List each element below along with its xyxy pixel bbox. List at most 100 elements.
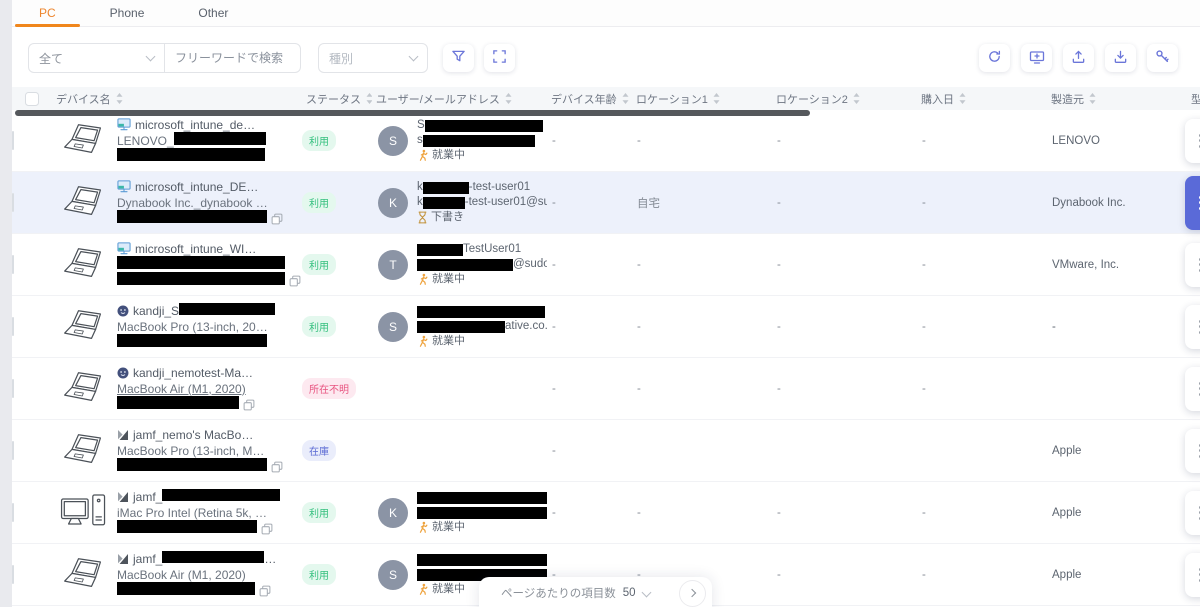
sort-icon [116, 93, 123, 104]
row-select-cell [12, 316, 52, 336]
header-model[interactable]: 型番 [1187, 91, 1200, 107]
select-columns-button[interactable] [484, 44, 515, 72]
location2-cell: - [777, 320, 781, 333]
device-age-cell: - [552, 320, 556, 333]
download-button[interactable] [1105, 44, 1136, 72]
row-checkbox[interactable] [12, 316, 14, 336]
user-text-line: ative.co.jp [417, 319, 547, 334]
scope-select-value: 全て [39, 51, 64, 66]
table-row[interactable]: jamf_ iMac Pro Intel (Retina 5k, … 利用 K 就業中 -… [12, 482, 1200, 544]
sort-icon [959, 93, 966, 104]
table-row[interactable]: kandji_S MacBook Pro (13-inch, 20… 利用 Sativ… [12, 296, 1200, 358]
row-menu-button[interactable] [1185, 428, 1200, 473]
copy-icon[interactable] [271, 213, 283, 225]
copy-icon[interactable] [243, 399, 255, 411]
row-checkbox[interactable] [12, 440, 14, 460]
text-fragment: LENOVO_ [117, 134, 174, 148]
filter-button[interactable] [443, 44, 474, 72]
device-name-text: kandji_S [133, 302, 276, 320]
device-model-text: MacBook Pro (13-inch, M… [117, 443, 264, 459]
search-input[interactable] [165, 43, 301, 73]
status-badge: 所在不明 [302, 378, 356, 399]
redacted-text [179, 302, 276, 315]
copy-icon[interactable] [289, 275, 301, 287]
row-menu-button[interactable] [1185, 490, 1200, 535]
device-name-line: jamf_nemo's MacBo… [117, 427, 302, 443]
purchase-date-cell: - [922, 382, 926, 395]
device-name-cell: microsoft_intune_DE… Dynabook Inc._dynabo… [117, 179, 302, 227]
device-name-line [117, 210, 302, 227]
device-name-text: jamf_… [133, 550, 276, 568]
header-device-age[interactable]: デバイス年齢 [547, 91, 632, 107]
row-select-cell [12, 440, 52, 460]
select-all-checkbox[interactable] [25, 91, 39, 106]
text-fragment: MacBook Pro (13-inch, M… [117, 443, 265, 458]
header-user-email[interactable]: ユーザー/メールアドレス [372, 91, 547, 107]
device-name-line: MacBook Air (M1, 2020) [117, 381, 302, 397]
row-menu-button[interactable] [1185, 118, 1200, 163]
device-list-page: PC Phone Other 全て 種別 [12, 0, 1200, 606]
header-purchase-date[interactable]: 購入日 [917, 91, 1047, 107]
horizontal-scrollbar[interactable] [15, 110, 810, 116]
tab-pc[interactable]: PC [12, 0, 83, 27]
avatar: S [378, 311, 408, 342]
tab-other[interactable]: Other [171, 0, 255, 26]
row-menu-button[interactable] [1185, 552, 1200, 597]
device-model-text [117, 582, 255, 599]
header-manufacturer[interactable]: 製造元 [1047, 91, 1187, 107]
chevron-down-icon[interactable] [641, 587, 652, 597]
row-checkbox[interactable] [12, 378, 14, 398]
redacted-text [417, 506, 547, 519]
table-row[interactable]: kandji_nemotest-Ma… MacBook Air (M1, 2020… [12, 358, 1200, 420]
admin-tools-button[interactable] [1147, 44, 1178, 72]
person-walking-icon [417, 583, 429, 596]
copy-icon[interactable] [261, 523, 273, 535]
table-row[interactable]: microsoft_intune_WI… 利用 T TestUser01 @sudoa… [12, 234, 1200, 296]
location2-cell: - [777, 382, 781, 395]
status-cell: 利用 [302, 192, 372, 213]
text-fragment: Dynabook Inc._dynabook … [117, 195, 268, 210]
device-name-line: kandji_nemotest-Ma… [117, 365, 302, 381]
device-type-cell [52, 183, 117, 223]
row-menu-button[interactable] [1185, 304, 1200, 349]
table-body: microsoft_intune_de… LENOVO_ 利用 S Ss 就業中 - - - - L… [12, 110, 1200, 606]
add-device-button[interactable] [1021, 44, 1052, 72]
device-model-text [117, 334, 267, 351]
select-area-icon [492, 49, 507, 67]
per-page-value[interactable]: 50 [623, 587, 636, 599]
device-model-text: iMac Pro Intel (Retina 5k, … [117, 505, 267, 521]
row-menu-button[interactable] [1185, 366, 1200, 411]
scope-select[interactable]: 全て [28, 43, 165, 73]
redacted-text [417, 258, 513, 271]
copy-icon[interactable] [259, 585, 271, 597]
sort-icon [622, 93, 629, 104]
header-location2[interactable]: ロケーション2 [772, 91, 917, 107]
device-name-line [117, 256, 302, 273]
table-row[interactable]: jamf_nemo's MacBo… MacBook Pro (13-inch, … [12, 420, 1200, 482]
refresh-button[interactable] [979, 44, 1010, 72]
header-status[interactable]: ステータス [302, 91, 372, 107]
upload-button[interactable] [1063, 44, 1094, 72]
chevron-down-icon [145, 51, 156, 61]
header-location1[interactable]: ロケーション1 [632, 91, 772, 107]
tab-phone[interactable]: Phone [83, 0, 172, 26]
table-row[interactable]: microsoft_intune_DE… Dynabook Inc._dynabo… [12, 172, 1200, 234]
row-checkbox[interactable] [12, 502, 14, 522]
pagination-bar: ページあたりの項目数 50 [479, 577, 712, 607]
text-fragment: MacBook Air (M1, 2020) [117, 381, 246, 396]
row-menu-button[interactable] [1185, 242, 1200, 287]
header-device-name[interactable]: デバイス名 [52, 91, 302, 107]
row-checkbox[interactable] [12, 130, 14, 150]
redacted-text [424, 119, 543, 132]
row-checkbox[interactable] [12, 192, 14, 212]
row-checkbox[interactable] [12, 254, 14, 274]
table-row[interactable]: microsoft_intune_de… LENOVO_ 利用 S Ss 就業中 - - - - L… [12, 110, 1200, 172]
location1-cell: 自宅 [637, 197, 660, 210]
device-name-cell: microsoft_intune_de… LENOVO_ [117, 117, 302, 165]
next-page-button[interactable] [679, 579, 706, 607]
row-menu-button[interactable] [1185, 175, 1200, 230]
status-cell: 利用 [302, 254, 372, 275]
type-select[interactable]: 種別 [318, 43, 428, 73]
copy-icon[interactable] [271, 461, 283, 473]
row-checkbox[interactable] [12, 564, 14, 584]
